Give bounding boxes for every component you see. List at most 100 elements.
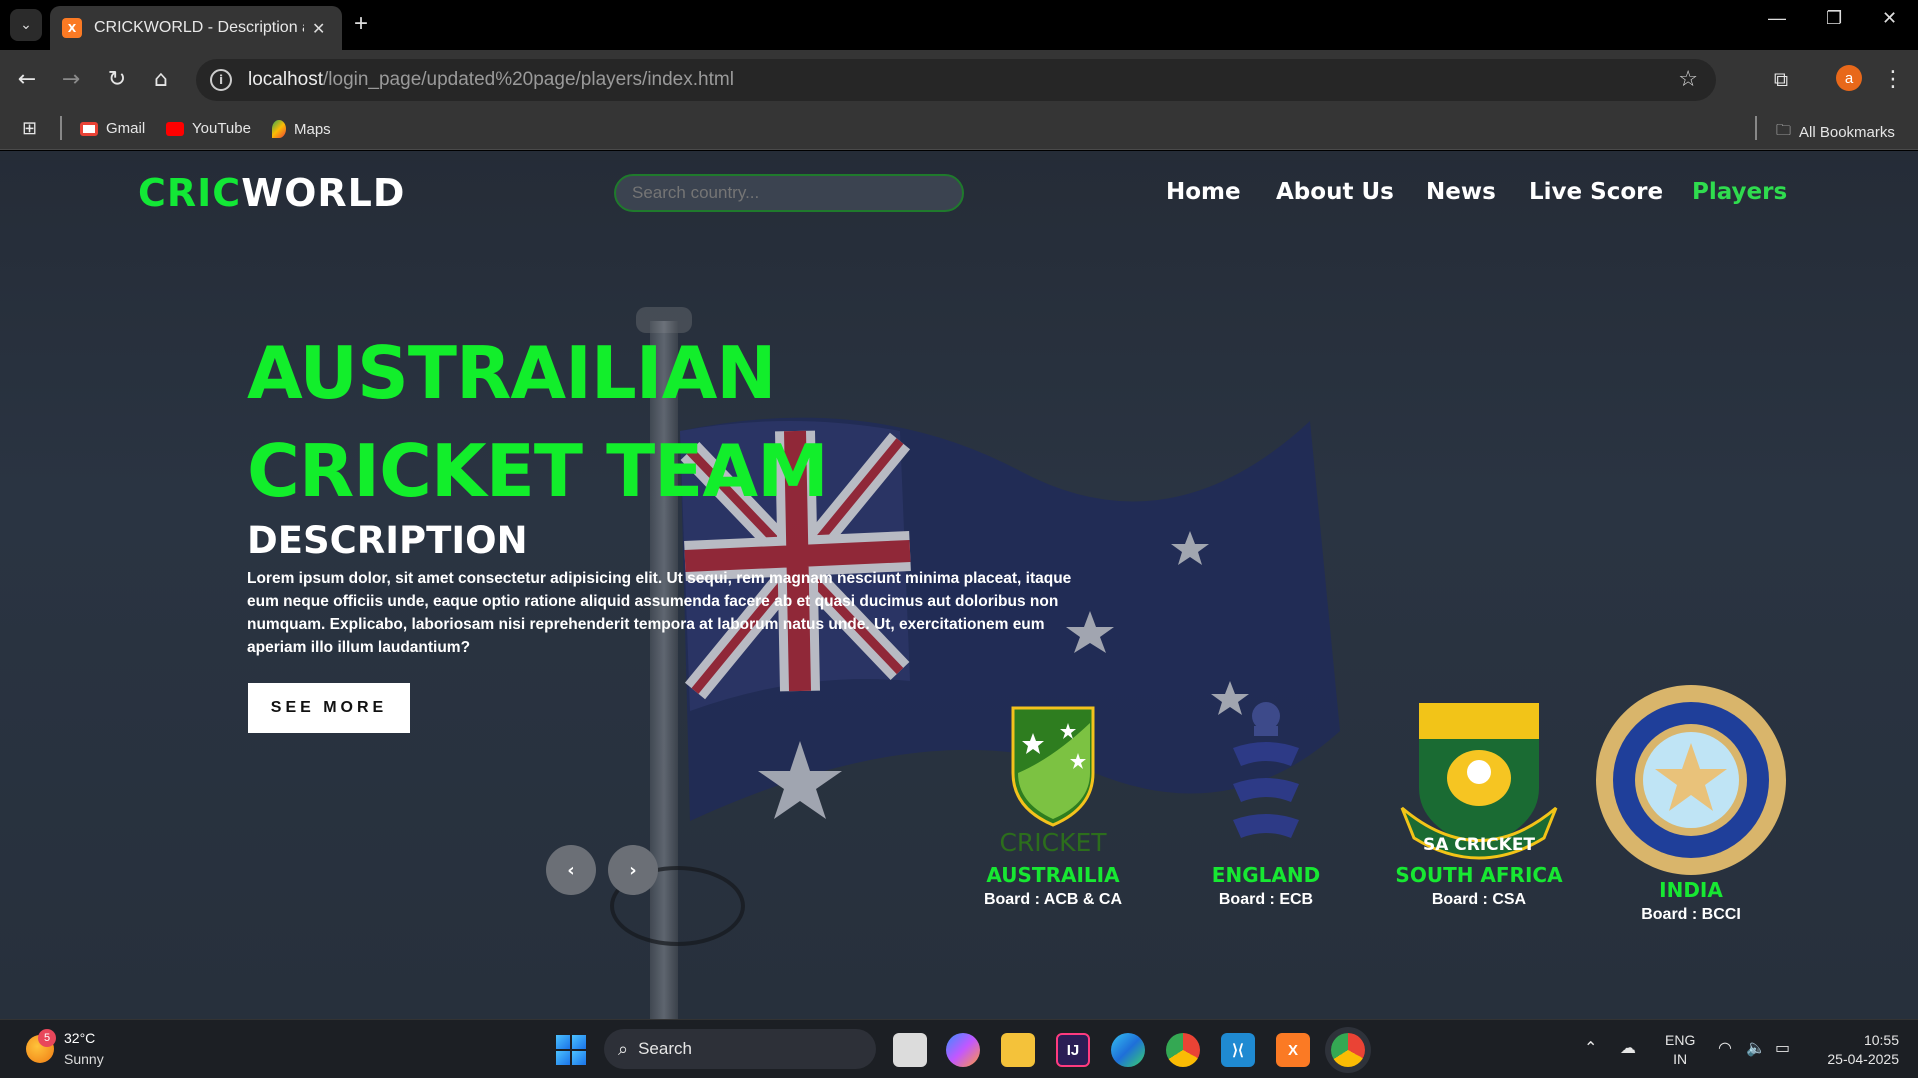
ecb-three-lions-logo-icon [1233, 702, 1299, 838]
bookmarks-divider [60, 116, 62, 140]
bookmarks-divider [1755, 116, 1757, 140]
team-name: SOUTH AFRICA [1395, 863, 1563, 887]
team-name: INDIA [1659, 878, 1723, 902]
nav-live-score[interactable]: Live Score [1529, 179, 1663, 205]
forward-arrow-icon[interactable]: → [56, 64, 86, 94]
team-card-england[interactable]: ENGLAND Board : ECB [1166, 696, 1366, 909]
team-card-south-africa[interactable]: SA CRICKET SOUTH AFRICA Board : CSA [1379, 698, 1579, 909]
windows-start-icon[interactable] [556, 1035, 586, 1065]
youtube-icon [166, 121, 184, 136]
webpage: CRICWORLD Home About Us News Live Score … [0, 151, 1918, 1019]
tab-close-icon[interactable]: ✕ [312, 19, 325, 38]
home-icon[interactable]: ⌂ [146, 64, 176, 94]
bookmark-label: YouTube [192, 120, 251, 137]
site-logo[interactable]: CRICWORLD [138, 171, 405, 215]
taskbar-search[interactable]: ⌕ Search [604, 1029, 876, 1069]
sa-cricket-logo-icon: SA CRICKET [1400, 703, 1558, 860]
gmail-icon [80, 121, 98, 136]
tray-overflow-icon[interactable]: ⌃ [1584, 1038, 1597, 1057]
site-logo-part1: CRIC [138, 171, 242, 215]
weather-badge: 5 [38, 1029, 56, 1047]
copilot-icon[interactable] [946, 1033, 980, 1067]
minimize-icon[interactable]: — [1768, 8, 1786, 29]
url-host: localhost [248, 69, 323, 90]
tab-title: CRICKWORLD - Description abc [94, 19, 304, 36]
clock-time: 10:55 [1863, 1032, 1899, 1048]
bookmark-gmail[interactable]: Gmail [80, 120, 145, 137]
team-board: Board : BCCI [1641, 906, 1741, 923]
nav-news[interactable]: News [1426, 179, 1496, 205]
team-board: Board : ACB & CA [983, 891, 1123, 908]
slider-prev-button[interactable]: ‹ [546, 845, 596, 895]
logo-text: CRICKET [999, 828, 1107, 857]
profile-avatar[interactable]: a [1836, 65, 1862, 91]
battery-icon[interactable]: ▭ [1775, 1038, 1790, 1057]
all-bookmarks[interactable]: 🗀 All Bookmarks [1776, 120, 1895, 145]
site-logo-part2: WORLD [241, 171, 406, 215]
description-heading: DESCRIPTION [247, 519, 528, 562]
bookmarks-bar: ⊞ Gmail YouTube Maps 🗀 All Bookmarks [0, 108, 1918, 150]
chrome-active-icon[interactable] [1331, 1033, 1365, 1067]
team-card-australia[interactable]: CRICKET AUSTRAILIA Board : ACB & CA [953, 703, 1153, 909]
onedrive-icon[interactable]: ☁ [1620, 1038, 1636, 1057]
slider-next-button[interactable]: › [608, 845, 658, 895]
weather-condition[interactable]: Sunny [64, 1051, 104, 1067]
team-card-india[interactable]: INDIA Board : BCCI [1591, 683, 1791, 924]
bookmark-star-icon[interactable]: ☆ [1678, 67, 1698, 92]
bookmark-maps[interactable]: Maps [272, 120, 331, 138]
cricket-australia-logo-icon: CRICKET [999, 706, 1107, 857]
bookmark-label: Maps [294, 120, 331, 138]
reload-icon[interactable]: ↻ [102, 64, 132, 94]
taskbar-search-label: Search [638, 1039, 692, 1058]
vscode-icon[interactable]: ⟩⟨ [1221, 1033, 1255, 1067]
system-clock[interactable]: 10:55 25-04-2025 [1815, 1031, 1899, 1069]
xampp-icon[interactable]: X [1276, 1033, 1310, 1067]
weather-temperature[interactable]: 32°C [64, 1030, 95, 1046]
windows-taskbar: 5 32°C Sunny ⌕ Search IJ ⟩⟨ X ⌃ ☁ ENG IN… [0, 1019, 1918, 1078]
team-board: Board : CSA [1431, 891, 1527, 908]
xampp-favicon-icon: X [62, 18, 82, 38]
tab-search-button[interactable]: ⌄ [10, 9, 42, 41]
url-path: /login_page/updated%20page/players/index… [323, 69, 734, 90]
maps-icon [272, 120, 286, 138]
task-view-icon[interactable] [893, 1033, 927, 1067]
hero-title: AUSTRAILIAN CRICKET TEAM [247, 331, 829, 513]
browser-toolbar: ← → ↻ ⌂ i localhost/login_page/updated%2… [0, 50, 1918, 108]
extensions-icon[interactable]: ⧉ [1766, 64, 1796, 94]
language-indicator[interactable]: ENG IN [1665, 1031, 1695, 1069]
intellij-icon[interactable]: IJ [1056, 1033, 1090, 1067]
chrome-profile-a-icon[interactable] [1166, 1033, 1200, 1067]
clock-date: 25-04-2025 [1827, 1051, 1899, 1067]
country-search-input[interactable] [614, 174, 964, 212]
team-name: AUSTRAILIA [986, 863, 1120, 887]
logo-text: SA CRICKET [1423, 835, 1535, 855]
window-close-icon[interactable]: ✕ [1882, 8, 1897, 29]
browser-tab-active[interactable]: X CRICKWORLD - Description abc ✕ [50, 6, 342, 50]
url-text[interactable]: localhost/login_page/updated%20page/play… [248, 69, 734, 91]
volume-icon[interactable]: 🔈 [1746, 1038, 1766, 1057]
nav-players[interactable]: Players [1692, 179, 1787, 205]
lang-top: ENG [1665, 1032, 1696, 1048]
edge-icon[interactable] [1111, 1033, 1145, 1067]
browser-tab-bar: ⌄ X CRICKWORLD - Description abc ✕ + — ❐… [0, 0, 1918, 50]
bcci-logo-icon [1596, 685, 1786, 875]
site-info-icon[interactable]: i [210, 69, 232, 91]
bookmark-youtube[interactable]: YouTube [166, 120, 251, 137]
menu-kebab-icon[interactable]: ⋮ [1878, 64, 1908, 94]
back-arrow-icon[interactable]: ← [12, 64, 42, 94]
nav-home[interactable]: Home [1166, 179, 1241, 205]
apps-grid-icon[interactable]: ⊞ [22, 118, 37, 139]
file-explorer-icon[interactable] [1001, 1033, 1035, 1067]
see-more-button[interactable]: SEE MORE [248, 683, 410, 733]
folder-icon: 🗀 [1776, 122, 1792, 139]
nav-about-us[interactable]: About Us [1276, 179, 1394, 205]
all-bookmarks-label: All Bookmarks [1799, 124, 1895, 141]
address-bar[interactable]: i localhost/login_page/updated%20page/pl… [196, 59, 1716, 101]
team-name: ENGLAND [1211, 863, 1321, 887]
new-tab-button[interactable]: + [354, 10, 368, 38]
restore-icon[interactable]: ❐ [1826, 8, 1842, 29]
search-icon: ⌕ [618, 1038, 629, 1059]
team-board: Board : ECB [1218, 891, 1314, 908]
description-text: Lorem ipsum dolor, sit amet consectetur … [247, 570, 1072, 656]
wifi-icon[interactable]: ◠ [1718, 1038, 1732, 1057]
